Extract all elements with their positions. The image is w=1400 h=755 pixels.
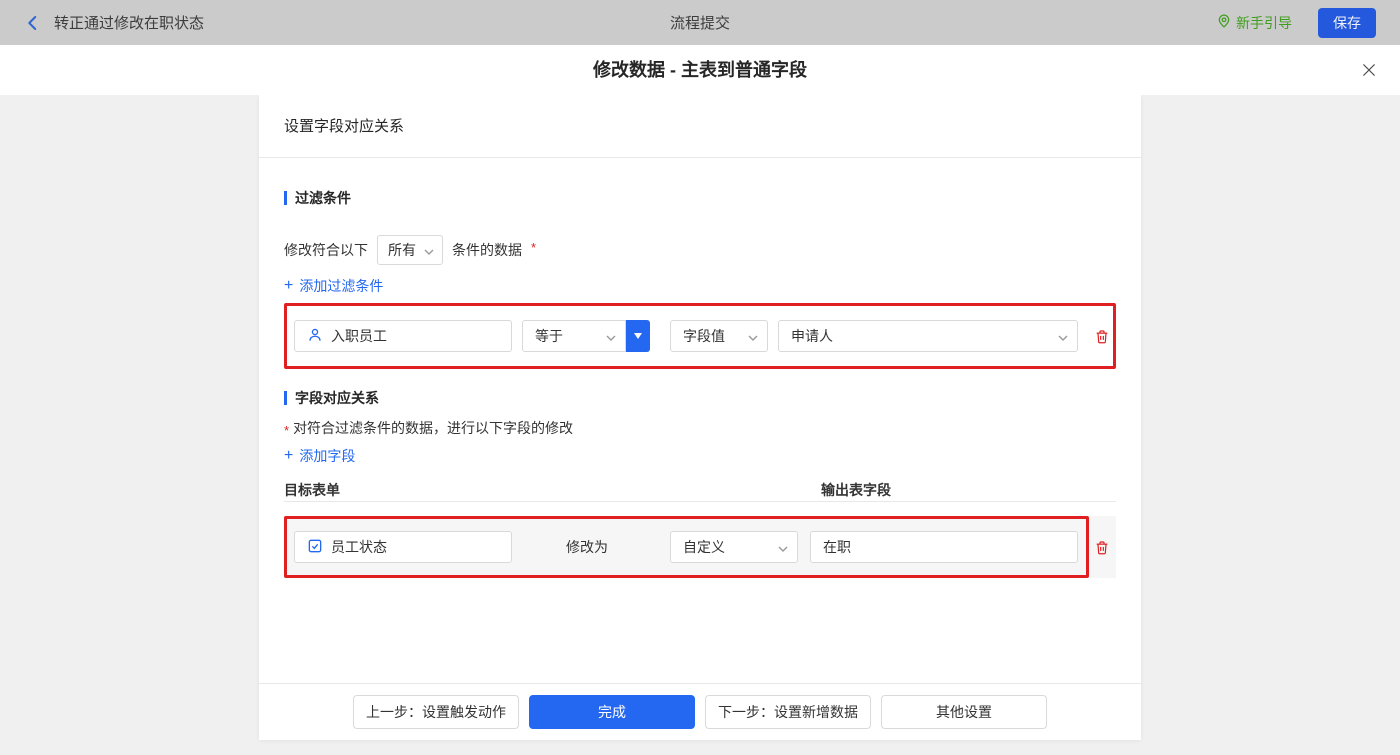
dialog-header: 修改数据 - 主表到普通字段 (0, 45, 1400, 95)
modify-to-label: 修改为 (566, 539, 608, 555)
panel-footer: 上一步：设置触发动作 完成 下一步：设置新增数据 其他设置 (259, 683, 1141, 740)
mapping-panel: 设置字段对应关系 过滤条件 修改符合以下 所有 条件的数据 * + 添加过滤条件… (259, 95, 1141, 740)
add-filter-condition-link[interactable]: + 添加过滤条件 (284, 276, 383, 296)
topbar-center-title: 流程提交 (669, 15, 731, 32)
value-type-value: 字段值 (683, 328, 725, 344)
output-type-value: 自定义 (683, 539, 725, 555)
filter-value: 申请人 (791, 328, 833, 344)
plus-icon: + (284, 277, 294, 294)
other-settings-button[interactable]: 其他设置 (881, 695, 1047, 729)
output-type-select[interactable]: 自定义 (670, 531, 798, 563)
topbar: 转正通过修改在职状态 流程提交 新手引导 保存 (0, 0, 1400, 45)
delete-condition-icon[interactable] (1094, 328, 1110, 345)
mapping-field-row: 员工状态 修改为 自定义 (284, 516, 1116, 578)
filter-condition-row: 入职员工 等于 字段值 申请人 (284, 303, 1116, 369)
topbar-left: 转正通过修改在职状态 (24, 12, 204, 33)
match-type-select[interactable]: 所有 (377, 235, 443, 265)
select-field-icon (307, 538, 323, 557)
prev-step-button[interactable]: 上一步：设置触发动作 (353, 695, 519, 729)
workflow-title: 转正通过修改在职状态 (54, 15, 205, 32)
dialog-body: 设置字段对应关系 过滤条件 修改符合以下 所有 条件的数据 * + 添加过滤条件… (0, 95, 1400, 755)
close-icon[interactable] (1360, 61, 1378, 79)
back-icon[interactable] (24, 14, 42, 32)
filter-section-title: 过滤条件 (284, 188, 1116, 208)
chevron-down-icon (778, 539, 788, 555)
column-target-form: 目标表单 (284, 482, 340, 498)
required-mark: * (531, 239, 537, 255)
condition-prefix-label: 修改符合以下 (284, 242, 368, 258)
mapping-description: * 对符合过滤条件的数据，进行以下字段的修改 (284, 418, 1116, 438)
topbar-right: 新手引导 保存 (1217, 7, 1376, 38)
chevron-down-icon (1058, 328, 1068, 344)
beginner-guide-link[interactable]: 新手引导 (1217, 13, 1292, 33)
operator-dropdown-button[interactable] (626, 320, 650, 352)
required-mark: * (284, 422, 290, 438)
operator-value: 等于 (535, 328, 563, 344)
plus-icon: + (284, 447, 294, 464)
match-type-value: 所有 (388, 242, 416, 258)
mapping-section-label: 字段对应关系 (295, 390, 379, 406)
filter-field-value: 入职员工 (331, 328, 387, 344)
panel-title: 设置字段对应关系 (259, 95, 1141, 158)
value-type-select[interactable]: 字段值 (670, 320, 768, 352)
beginner-guide-label: 新手引导 (1236, 14, 1292, 31)
operator-select[interactable]: 等于 (522, 320, 626, 352)
chevron-down-icon (606, 328, 616, 344)
filter-section-label: 过滤条件 (295, 190, 351, 206)
filter-field-input[interactable]: 入职员工 (294, 320, 512, 352)
condition-suffix-label: 条件的数据 (452, 242, 522, 258)
done-button[interactable]: 完成 (529, 695, 695, 729)
add-field-label: 添加字段 (299, 448, 356, 464)
delete-field-icon[interactable] (1094, 539, 1110, 556)
target-field-value: 员工状态 (331, 539, 387, 555)
next-step-button[interactable]: 下一步：设置新增数据 (705, 695, 871, 729)
condition-line: 修改符合以下 所有 条件的数据 * (284, 235, 1116, 265)
panel-content: 过滤条件 修改符合以下 所有 条件的数据 * + 添加过滤条件 入职员工 等于 … (259, 158, 1141, 683)
save-button[interactable]: 保存 (1318, 7, 1376, 38)
output-value-input[interactable] (810, 531, 1078, 563)
chevron-down-icon (748, 328, 758, 344)
mapping-table-header: 目标表单 输出表字段 (284, 480, 1116, 502)
operator-group: 等于 (522, 320, 650, 352)
dialog-title: 修改数据 - 主表到普通字段 (593, 60, 807, 80)
add-field-link[interactable]: + 添加字段 (284, 446, 355, 466)
filter-value-select[interactable]: 申请人 (778, 320, 1078, 352)
section-bar-icon (284, 391, 287, 405)
person-icon (307, 327, 323, 346)
mapping-description-text: 对符合过滤条件的数据，进行以下字段的修改 (293, 420, 574, 436)
mapping-section-title: 字段对应关系 (284, 388, 1116, 408)
add-filter-condition-label: 添加过滤条件 (299, 278, 384, 294)
column-output-field: 输出表字段 (821, 482, 891, 498)
section-bar-icon (284, 191, 287, 205)
chevron-down-icon (424, 242, 434, 258)
location-pin-icon (1217, 13, 1231, 32)
target-field-input[interactable]: 员工状态 (294, 531, 512, 563)
